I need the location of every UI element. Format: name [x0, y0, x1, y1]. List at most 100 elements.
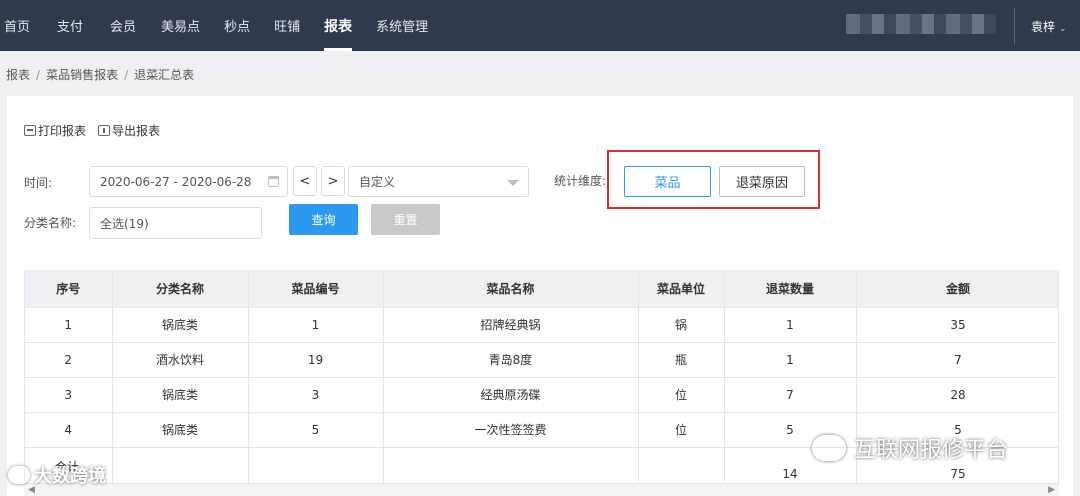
date-range-picker[interactable]: 2020-06-27 - 2020-06-28 [89, 166, 288, 197]
cell-dish-name: 经典原汤碟 [383, 377, 639, 413]
wechat-icon [812, 435, 846, 461]
cell-dish-code: 5 [248, 412, 384, 448]
user-menu[interactable]: 袁梓 ⌄ [1031, 18, 1067, 35]
cell-dish-code: 19 [248, 342, 384, 378]
cell-index: 1 [25, 307, 113, 343]
report-toolbar: 打印报表 导出报表 [24, 122, 160, 139]
table-row[interactable]: 2 酒水饮料 19 青岛8度 瓶 1 7 [25, 342, 1058, 378]
nav-item-meiyidian[interactable]: 美易点 [161, 0, 200, 51]
cell-amount: 28 [856, 377, 1058, 413]
column-header-dish-name[interactable]: 菜品名称 [383, 270, 639, 308]
column-header-category[interactable]: 分类名称 [112, 270, 249, 308]
scroll-right-icon[interactable]: ▶ [1048, 485, 1055, 495]
reset-button[interactable]: 重置 [371, 204, 440, 235]
chevron-right-icon: > [327, 173, 339, 189]
cell-category: 锅底类 [112, 412, 249, 448]
watermark-left: 大数跨境 [8, 462, 106, 488]
cell-dish-name: 招牌经典锅 [383, 307, 639, 343]
prev-period-button[interactable]: < [293, 166, 317, 196]
nav-item-wangpu[interactable]: 旺铺 [274, 0, 300, 51]
period-select[interactable]: 自定义 [348, 166, 529, 197]
column-header-unit[interactable]: 菜品单位 [638, 270, 725, 308]
breadcrumb-current: 退菜汇总表 [134, 68, 195, 82]
time-label: 时间: [24, 176, 53, 190]
watermark-right: 互联网报修平台 [812, 432, 1008, 464]
cell-category: 锅底类 [112, 307, 249, 343]
total-empty-cell [112, 447, 249, 488]
nav-item-miaodian[interactable]: 秒点 [224, 0, 250, 51]
watermark-right-text: 互联网报修平台 [854, 438, 1009, 463]
table-horizontal-scrollbar[interactable]: ◀ ▶ [24, 483, 1059, 496]
total-empty-cell [248, 447, 384, 488]
cell-amount: 35 [856, 307, 1058, 343]
next-period-button[interactable]: > [321, 166, 345, 196]
breadcrumb-separator: / [124, 68, 129, 82]
nav-item-system[interactable]: 系统管理 [376, 0, 428, 51]
column-header-dish-code[interactable]: 菜品编号 [248, 270, 384, 308]
print-report-label: 打印报表 [38, 124, 87, 138]
total-empty-cell [638, 447, 725, 488]
nav-item-reports[interactable]: 报表 [324, 0, 353, 51]
query-button-label: 查询 [311, 213, 336, 227]
print-report-button[interactable]: 打印报表 [24, 122, 86, 139]
cell-dish-code: 3 [248, 377, 384, 413]
cell-unit: 位 [638, 412, 725, 448]
user-name: 袁梓 [1031, 20, 1056, 34]
dimension-reason-label: 退菜原因 [735, 176, 788, 191]
cell-index: 4 [25, 412, 113, 448]
cell-dish-code: 1 [248, 307, 384, 343]
cell-amount: 7 [856, 342, 1058, 378]
column-header-index[interactable]: 序号 [25, 270, 113, 308]
dimension-dish-button[interactable]: 菜品 [624, 166, 711, 197]
printer-icon [24, 125, 36, 136]
blurred-store-name [846, 14, 996, 34]
category-select[interactable]: 全选(19) [89, 207, 262, 239]
cell-unit: 瓶 [638, 342, 725, 378]
table-header-row: 序号 分类名称 菜品编号 菜品名称 菜品单位 退菜数量 金额 [25, 270, 1058, 308]
export-icon [98, 125, 111, 136]
dimension-label: 统计维度: [554, 174, 607, 188]
dimension-dish-label: 菜品 [654, 176, 681, 191]
export-report-button[interactable]: 导出报表 [98, 122, 160, 139]
reset-button-label: 重置 [393, 213, 418, 227]
dimension-reason-button[interactable]: 退菜原因 [719, 166, 805, 197]
cell-index: 2 [25, 342, 113, 378]
chevron-left-icon: < [299, 173, 311, 189]
column-header-amount[interactable]: 金额 [856, 270, 1058, 308]
total-empty-cell [383, 447, 639, 488]
breadcrumb-item[interactable]: 菜品销售报表 [46, 68, 118, 82]
nav-item-payment[interactable]: 支付 [57, 0, 83, 51]
column-header-return-qty[interactable]: 退菜数量 [724, 270, 857, 308]
watermark-left-text: 大数跨境 [34, 466, 106, 487]
export-report-label: 导出报表 [112, 124, 161, 138]
cell-unit: 位 [638, 377, 725, 413]
period-select-value: 自定义 [359, 175, 396, 189]
cell-dish-name: 一次性签签费 [383, 412, 639, 448]
cell-unit: 锅 [638, 307, 725, 343]
breadcrumb: 报表 / 菜品销售报表 / 退菜汇总表 [6, 66, 194, 83]
cell-return-qty: 7 [724, 377, 857, 413]
date-range-value: 2020-06-27 - 2020-06-28 [100, 174, 252, 189]
table-row[interactable]: 3 锅底类 3 经典原汤碟 位 7 28 [25, 377, 1058, 413]
watermark-logo-icon [8, 466, 30, 484]
cell-index: 3 [25, 377, 113, 413]
chevron-down-icon: ⌄ [1059, 24, 1067, 34]
cell-category: 酒水饮料 [112, 342, 249, 378]
cell-category: 锅底类 [112, 377, 249, 413]
main-nav: 首页 支付 会员 美易点 秒点 旺铺 报表 系统管理 [0, 0, 428, 51]
dropdown-arrow-icon [507, 180, 519, 186]
cell-return-qty: 1 [724, 307, 857, 343]
nav-divider [1014, 8, 1015, 44]
calendar-icon [268, 176, 279, 187]
table-row[interactable]: 1 锅底类 1 招牌经典锅 锅 1 35 [25, 307, 1058, 343]
breadcrumb-separator: / [36, 68, 41, 82]
category-label: 分类名称: [24, 216, 77, 230]
cell-dish-name: 青岛8度 [383, 342, 639, 378]
nav-item-members[interactable]: 会员 [110, 0, 136, 51]
breadcrumb-item[interactable]: 报表 [6, 68, 30, 82]
category-select-value: 全选(19) [100, 216, 149, 231]
query-button[interactable]: 查询 [289, 204, 358, 235]
top-nav-bar: 首页 支付 会员 美易点 秒点 旺铺 报表 系统管理 袁梓 ⌄ [0, 0, 1080, 51]
nav-item-home[interactable]: 首页 [4, 0, 30, 51]
cell-return-qty: 1 [724, 342, 857, 378]
